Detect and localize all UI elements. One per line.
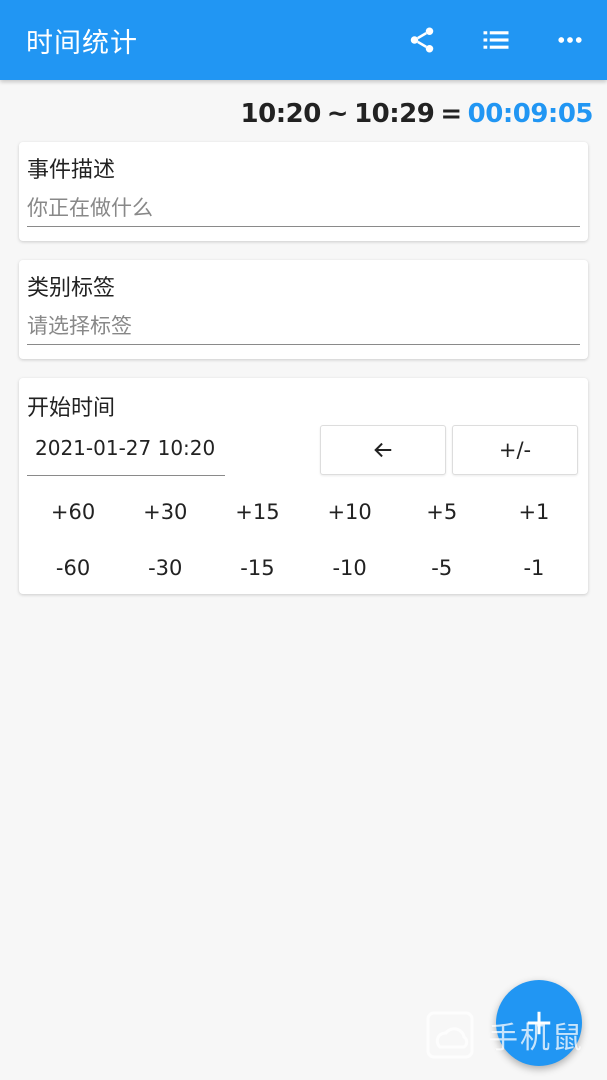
plus-5-button[interactable]: +5 [396, 492, 488, 532]
equals-sign: = [440, 99, 462, 129]
start-datetime-field[interactable]: 2021-01-27 10:20 [27, 426, 225, 476]
page-title: 时间统计 [26, 27, 138, 59]
start-time-label: 开始时间 [27, 396, 116, 421]
more-button[interactable] [533, 0, 607, 80]
minus-10-button[interactable]: -10 [304, 548, 396, 588]
minus-adjust-row: -60 -30 -15 -10 -5 -1 [27, 548, 580, 588]
category-tag-card: 类别标签 [19, 260, 588, 359]
start-time-text: 10:20 [240, 99, 322, 129]
watermark-text: 手机鼠 [488, 1021, 584, 1056]
plus-adjust-row: +60 +30 +15 +10 +5 +1 [27, 492, 580, 532]
total-duration: 00:09:05 [467, 99, 594, 129]
event-description-input[interactable] [27, 196, 580, 227]
range-separator: ~ [326, 99, 349, 129]
minus-30-button[interactable]: -30 [119, 548, 211, 588]
plus-1-button[interactable]: +1 [488, 492, 580, 532]
event-description-card: 事件描述 [19, 142, 588, 241]
share-button[interactable] [385, 0, 459, 80]
minus-5-button[interactable]: -5 [396, 548, 488, 588]
list-icon [483, 31, 509, 49]
minus-1-button[interactable]: -1 [488, 548, 580, 588]
minus-15-button[interactable]: -15 [211, 548, 303, 588]
app-bar: 时间统计 [0, 0, 607, 80]
back-button[interactable] [320, 425, 446, 475]
event-description-label: 事件描述 [27, 158, 116, 183]
watermark: 手机鼠 [424, 1004, 594, 1066]
arrow-left-icon [374, 442, 392, 458]
more-icon [558, 37, 582, 43]
plus-15-button[interactable]: +15 [211, 492, 303, 532]
list-button[interactable] [459, 0, 533, 80]
sign-toggle-button[interactable]: +/- [452, 425, 578, 475]
start-time-card: 开始时间 2021-01-27 10:20 +/- +60 +30 +15 +1… [19, 378, 588, 594]
app-bar-actions [385, 0, 607, 80]
category-tag-label: 类别标签 [27, 276, 116, 301]
duration-summary: 10:20 ~ 10:29 = 00:09:05 [240, 94, 594, 134]
minus-60-button[interactable]: -60 [27, 548, 119, 588]
share-icon [410, 27, 434, 53]
category-tag-input[interactable] [27, 314, 580, 345]
end-time-text: 10:29 [354, 99, 435, 129]
plus-10-button[interactable]: +10 [304, 492, 396, 532]
plus-60-button[interactable]: +60 [27, 492, 119, 532]
plus-30-button[interactable]: +30 [119, 492, 211, 532]
watermark-logo-icon [426, 1011, 474, 1059]
